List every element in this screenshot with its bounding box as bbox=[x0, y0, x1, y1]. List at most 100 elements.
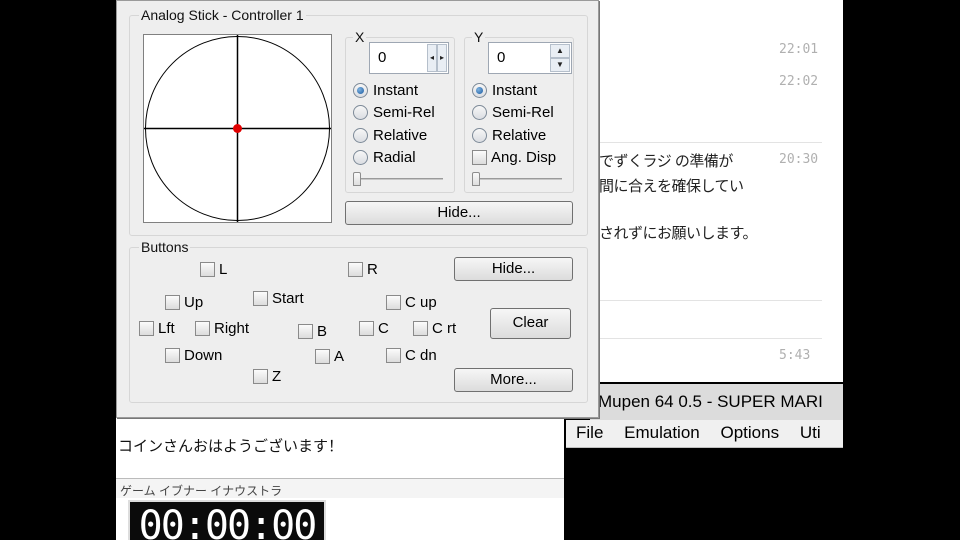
analog-stick-pad[interactable] bbox=[143, 34, 332, 223]
y-slider[interactable] bbox=[472, 172, 562, 186]
button-up-checkbox[interactable]: Up bbox=[165, 292, 203, 312]
clear-button[interactable]: Clear bbox=[490, 308, 571, 339]
stick-crosshair bbox=[144, 35, 331, 222]
y-decrement-icon[interactable]: ▼ bbox=[550, 58, 570, 72]
chat-timestamp: 20:30 bbox=[779, 152, 819, 167]
timer-display: 00:00:00 bbox=[128, 500, 326, 540]
y-slider-thumb[interactable] bbox=[472, 172, 480, 186]
button-b-label: B bbox=[317, 322, 328, 340]
button-c-checkbox[interactable]: C bbox=[359, 318, 389, 338]
y-mode-semi-rel-label: Semi-Rel bbox=[492, 103, 554, 121]
y-mode-relative[interactable]: Relative bbox=[472, 125, 546, 145]
y-mode-semi-rel[interactable]: Semi-Rel bbox=[472, 102, 554, 122]
x-increment-icon[interactable]: ▸ bbox=[437, 44, 447, 72]
checkbox-icon bbox=[386, 347, 401, 363]
menu-options[interactable]: Options bbox=[720, 423, 779, 442]
stick-hide-button[interactable]: Hide... bbox=[345, 201, 573, 225]
y-slider-track bbox=[472, 178, 562, 180]
button-start-checkbox[interactable]: Start bbox=[253, 288, 304, 308]
button-down-checkbox[interactable]: Down bbox=[165, 345, 222, 365]
checkbox-icon bbox=[315, 348, 330, 364]
lower-tab-strip[interactable]: ゲーム イブナー イナウストラ bbox=[116, 478, 564, 498]
button-right-checkbox[interactable]: Right bbox=[195, 318, 249, 338]
checkbox-icon bbox=[253, 368, 268, 384]
buttons-hide-button[interactable]: Hide... bbox=[454, 257, 573, 281]
y-value-input[interactable]: 0 ▲ ▼ bbox=[488, 42, 572, 74]
y-axis-label: Y bbox=[472, 29, 486, 45]
chat-divider bbox=[597, 300, 822, 301]
button-c-up-checkbox[interactable]: C up bbox=[386, 292, 437, 312]
button-down-label: Down bbox=[184, 346, 223, 364]
button-up-label: Up bbox=[184, 293, 204, 311]
y-mode-instant[interactable]: Instant bbox=[472, 80, 537, 100]
button-r-checkbox[interactable]: R bbox=[348, 259, 378, 279]
x-mode-relative[interactable]: Relative bbox=[353, 125, 427, 145]
x-value-input[interactable]: 0 ◂ ▸ bbox=[369, 42, 449, 74]
x-mode-semi-rel[interactable]: Semi-Rel bbox=[353, 102, 435, 122]
menu-file[interactable]: File bbox=[576, 423, 603, 442]
checkbox-icon bbox=[139, 320, 154, 336]
radio-icon bbox=[353, 149, 368, 165]
ang-disp-checkbox[interactable]: Ang. Disp bbox=[472, 147, 556, 167]
button-lft-label: Lft bbox=[158, 319, 175, 337]
dialog-title: Analog Stick - Controller 1 bbox=[139, 7, 306, 23]
chat-timestamp: 5:43 bbox=[779, 348, 811, 363]
button-a-checkbox[interactable]: A bbox=[315, 346, 344, 366]
checkbox-icon bbox=[386, 294, 401, 310]
button-l-label: L bbox=[219, 260, 228, 278]
chat-timestamp: 22:02 bbox=[779, 74, 819, 89]
button-l-checkbox[interactable]: L bbox=[200, 259, 227, 279]
x-mode-semi-rel-label: Semi-Rel bbox=[373, 103, 435, 121]
x-mode-radial[interactable]: Radial bbox=[353, 147, 416, 167]
x-slider-thumb[interactable] bbox=[353, 172, 361, 186]
button-c-rt-checkbox[interactable]: C rt bbox=[413, 318, 456, 338]
ang-disp-label: Ang. Disp bbox=[491, 148, 557, 166]
button-z-checkbox[interactable]: Z bbox=[253, 366, 281, 386]
y-value: 0 bbox=[497, 49, 506, 66]
radio-icon bbox=[353, 104, 368, 120]
buttons-group-title: Buttons bbox=[139, 239, 191, 255]
x-mode-instant-label: Instant bbox=[373, 81, 419, 99]
button-z-label: Z bbox=[272, 367, 282, 385]
x-spin-buttons: ◂ ▸ bbox=[427, 44, 447, 72]
checkbox-icon bbox=[253, 290, 268, 306]
mupen-render-area bbox=[566, 448, 843, 540]
y-increment-icon[interactable]: ▲ bbox=[550, 44, 570, 58]
chat-divider bbox=[597, 142, 822, 143]
button-c-label: C bbox=[378, 319, 389, 337]
x-mode-instant[interactable]: Instant bbox=[353, 80, 418, 100]
checkbox-icon bbox=[298, 323, 313, 339]
checkbox-icon bbox=[413, 320, 428, 336]
y-mode-relative-label: Relative bbox=[492, 126, 547, 144]
menu-emulation[interactable]: Emulation bbox=[624, 423, 700, 442]
button-a-label: A bbox=[334, 347, 345, 365]
y-spin-buttons: ▲ ▼ bbox=[550, 44, 570, 72]
chat-message-line: 間に合えを確保してい bbox=[599, 178, 744, 195]
button-start-label: Start bbox=[272, 289, 304, 307]
checkbox-icon bbox=[165, 347, 180, 363]
chat-timestamp: 22:01 bbox=[779, 42, 819, 57]
button-c-dn-label: C dn bbox=[405, 346, 437, 364]
x-slider[interactable] bbox=[353, 172, 443, 186]
button-c-up-label: C up bbox=[405, 293, 437, 311]
button-c-dn-checkbox[interactable]: C dn bbox=[386, 345, 437, 365]
button-b-checkbox[interactable]: B bbox=[298, 321, 327, 341]
button-lft-checkbox[interactable]: Lft bbox=[139, 318, 175, 338]
more-button[interactable]: More... bbox=[454, 368, 573, 392]
checkbox-icon bbox=[348, 261, 363, 277]
mupen-title-bar[interactable]: Mupen 64 0.5 - SUPER MARI bbox=[590, 384, 843, 420]
radio-icon bbox=[472, 104, 487, 120]
button-right-label: Right bbox=[214, 319, 250, 337]
menu-utilities[interactable]: Uti bbox=[800, 423, 821, 442]
chat-message-line: されずにお願いします。 bbox=[599, 225, 758, 242]
stick-position-marker bbox=[233, 124, 242, 133]
x-decrement-icon[interactable]: ◂ bbox=[427, 44, 437, 72]
checkbox-icon bbox=[200, 261, 215, 277]
radio-icon bbox=[353, 82, 368, 98]
lower-message: コインさんおはようございます！ bbox=[118, 438, 344, 455]
chat-divider bbox=[597, 338, 822, 339]
mupen-menu-bar: File Emulation Options Uti bbox=[566, 420, 843, 448]
checkbox-icon bbox=[165, 294, 180, 310]
x-axis-label: X bbox=[353, 29, 367, 45]
x-value: 0 bbox=[378, 49, 387, 66]
